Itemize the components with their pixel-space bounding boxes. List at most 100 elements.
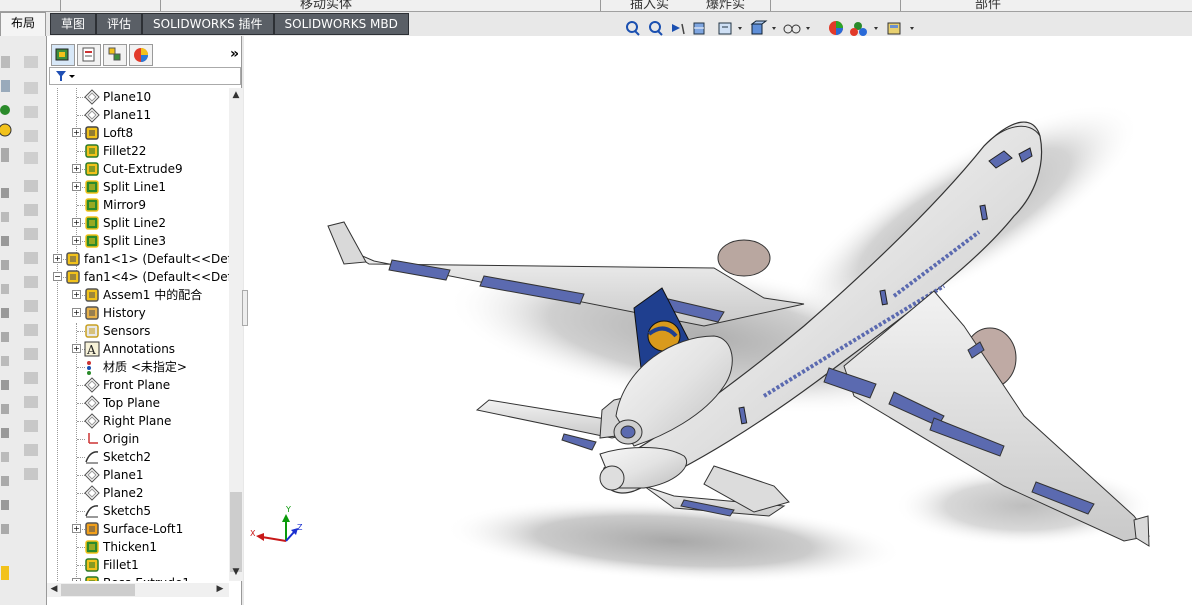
airplane-model[interactable]: Y X Z	[244, 36, 1192, 605]
tree-item[interactable]: Front Plane	[47, 376, 229, 394]
expand-icon[interactable]: +	[72, 578, 81, 581]
tab-solidworks-addins[interactable]: SOLIDWORKS 插件	[142, 13, 274, 35]
tree-vertical-scrollbar[interactable]: ▲ ▼	[229, 88, 243, 581]
expand-icon[interactable]: +	[72, 290, 81, 299]
tree-item[interactable]: Origin	[47, 430, 229, 448]
insert-part-command[interactable]: 插入实	[630, 0, 669, 11]
tree-item[interactable]: Sketch2	[47, 448, 229, 466]
more-tabs-button[interactable]: »	[230, 46, 239, 62]
left-engine	[717, 239, 771, 277]
tree-item-label: fan1<1> (Default<<Defa	[84, 252, 229, 266]
tree-item-label: 材质 <未指定>	[103, 360, 187, 374]
tree-item[interactable]: + Split Line3	[47, 232, 229, 250]
tree-item[interactable]: Sensors	[47, 322, 229, 340]
tree-item[interactable]: Plane2	[47, 484, 229, 502]
tree-item[interactable]: Thicken1	[47, 538, 229, 556]
filter-icon[interactable]	[50, 68, 80, 84]
cut-extrude-icon	[84, 161, 100, 177]
expand-icon[interactable]: +	[72, 182, 81, 191]
expand-icon[interactable]: +	[72, 344, 81, 353]
tree-item[interactable]: Fillet1	[47, 556, 229, 574]
scroll-thumb-horizontal[interactable]	[61, 584, 135, 596]
scroll-right-arrow-icon[interactable]: ▶	[213, 584, 227, 594]
chevron-down-icon	[772, 27, 776, 30]
tree-item[interactable]: 材质 <未指定>	[47, 358, 229, 376]
tree-item-label: Split Line1	[103, 180, 167, 194]
tree-item[interactable]: + Surface-Loft1	[47, 520, 229, 538]
explode-command[interactable]: 爆炸实	[706, 0, 745, 11]
chevron-down-icon	[738, 27, 742, 30]
configuration-manager-tab[interactable]	[103, 44, 127, 66]
tree-horizontal-scrollbar[interactable]: ◀ ▶	[47, 583, 229, 597]
mirror-icon	[84, 197, 100, 213]
history-icon	[84, 305, 100, 321]
left-command-toolbar	[0, 36, 46, 605]
fillet-icon	[84, 557, 100, 573]
move-body-command[interactable]: 移动实体	[300, 0, 352, 11]
heads-up-icons[interactable]	[624, 20, 924, 38]
tree-item[interactable]: + Split Line1	[47, 178, 229, 196]
scroll-thumb[interactable]	[230, 492, 242, 572]
tree-item-label: Assem1 中的配合	[103, 288, 203, 302]
tree-item[interactable]: Plane10	[47, 88, 229, 106]
tree-item-label: Plane11	[103, 108, 152, 122]
tree-item[interactable]: + Boss-Extrude1	[47, 574, 229, 581]
expand-icon[interactable]: +	[72, 164, 81, 173]
expand-icon[interactable]: +	[72, 308, 81, 317]
tree-item[interactable]: + fan1<1> (Default<<Defa	[47, 250, 229, 268]
tree-item-label: Surface-Loft1	[103, 522, 184, 536]
boss-extrude-icon	[84, 575, 100, 581]
parts-command[interactable]: 部件	[975, 0, 1001, 11]
tree-item-label: Fillet22	[103, 144, 147, 158]
toolbar-icon-column-1[interactable]	[0, 56, 12, 580]
tree-item[interactable]: Top Plane	[47, 394, 229, 412]
tree-filter[interactable]	[49, 67, 241, 85]
display-style-icon	[783, 24, 801, 34]
triad-x-label: X	[250, 529, 256, 538]
plane-icon	[84, 377, 100, 393]
thicken-icon	[84, 539, 100, 555]
tree-item[interactable]: + A Annotations	[47, 340, 229, 358]
zoom-area-icon	[649, 21, 663, 36]
tree-item[interactable]: Right Plane	[47, 412, 229, 430]
tree-item-label: Thicken1	[103, 540, 158, 554]
scroll-up-arrow-icon[interactable]: ▲	[229, 90, 243, 100]
display-manager-tab[interactable]	[129, 44, 153, 66]
previous-view-icon	[672, 23, 685, 35]
tree-item-label: Front Plane	[103, 378, 171, 392]
feature-manager-tab[interactable]	[51, 44, 75, 66]
tab-sketch[interactable]: 草图	[50, 13, 97, 35]
collapse-icon[interactable]: −	[53, 272, 62, 281]
tab-solidworks-mbd[interactable]: SOLIDWORKS MBD	[273, 13, 409, 35]
expand-icon[interactable]: +	[72, 236, 81, 245]
tree-item-label: Mirror9	[103, 198, 146, 212]
panel-splitter[interactable]	[242, 290, 248, 326]
tree-item[interactable]: − fan1<4> (Default<<Defa	[47, 268, 229, 286]
tab-layout[interactable]: 布局	[0, 12, 47, 36]
tree-item[interactable]: Mirror9	[47, 196, 229, 214]
tab-evaluate[interactable]: 评估	[96, 13, 143, 35]
tree-item[interactable]: + Cut-Extrude9	[47, 160, 229, 178]
expand-icon[interactable]: +	[72, 128, 81, 137]
tree-item[interactable]: + History	[47, 304, 229, 322]
tree-item[interactable]: + Loft8	[47, 124, 229, 142]
heads-up-view-toolbar	[624, 20, 924, 38]
expand-icon[interactable]: +	[72, 218, 81, 227]
toolbar-icons	[0, 56, 38, 580]
tree-item-label: Sketch2	[103, 450, 152, 464]
scroll-down-arrow-icon[interactable]: ▼	[229, 567, 243, 577]
tree-item[interactable]: + Assem1 中的配合	[47, 286, 229, 304]
tree-item[interactable]: Sketch5	[47, 502, 229, 520]
scroll-left-arrow-icon[interactable]: ◀	[47, 584, 61, 594]
zoom-to-fit-icon	[626, 21, 640, 36]
solidworks-window: 移动实体 插入实 爆炸实 部件 布局 草图 评估 SOLIDWORKS 插件 S…	[0, 0, 1192, 605]
expand-icon[interactable]: +	[72, 524, 81, 533]
expand-icon[interactable]: +	[53, 254, 62, 263]
tree-item[interactable]: + Split Line2	[47, 214, 229, 232]
tree-item[interactable]: Plane1	[47, 466, 229, 484]
property-manager-tab[interactable]	[77, 44, 101, 66]
tree-item[interactable]: Fillet22	[47, 142, 229, 160]
graphics-area[interactable]: Y X Z	[244, 36, 1192, 605]
toolbar-icon-column-2[interactable]	[24, 56, 38, 480]
tree-item[interactable]: Plane11	[47, 106, 229, 124]
